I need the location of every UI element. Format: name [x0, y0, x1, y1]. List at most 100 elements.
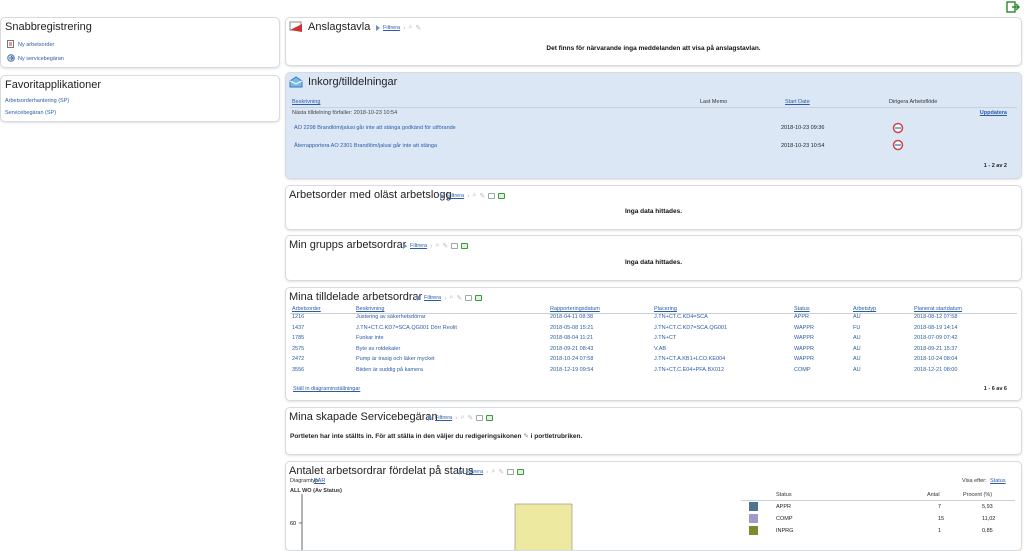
edit-icon: ✎	[442, 243, 449, 250]
inbox-col-start-date[interactable]: Start Date	[785, 99, 810, 105]
assigned-cell-status[interactable]: WAPPR	[794, 335, 814, 341]
assigned-cell-workorder[interactable]: 1216	[292, 314, 304, 320]
assigned-col-description[interactable]: Beskrivning	[356, 306, 384, 312]
chart-type-link[interactable]: BAR	[314, 478, 325, 484]
group-workorders-filter-link[interactable]: Filtrera	[410, 243, 427, 249]
refresh-icon[interactable]	[498, 193, 506, 199]
assigned-cell-report-date[interactable]: 2018-10-24 07:58	[550, 356, 593, 362]
logout-icon[interactable]	[1006, 1, 1020, 13]
edit-icon: ✎	[467, 415, 474, 422]
assigned-cell-report-date[interactable]: 2018-12-19 09:54	[550, 367, 593, 373]
assigned-cell-report-date[interactable]: 2018-08-04 11:21	[550, 335, 593, 341]
refresh-icon[interactable]	[461, 243, 469, 249]
assigned-cell-worktype[interactable]: AU	[853, 346, 861, 352]
assigned-cell-workorder[interactable]: 1785	[292, 335, 304, 341]
service-requests-message-part1: Portleten har inte ställts in. För att s…	[290, 433, 522, 440]
inbox-row-desc[interactable]: AO 2298 Brandlöm/jalusi går inte att stä…	[294, 125, 456, 131]
assigned-cell-workorder[interactable]: 2575	[292, 346, 304, 352]
new-service-request-icon	[7, 54, 15, 62]
favorite-workorder-link[interactable]: Arbetsorderhantering (SP)	[5, 98, 69, 104]
assigned-col-location[interactable]: Placering	[654, 306, 677, 312]
assigned-cell-location[interactable]: J.TN+CT.C.KD7=SCA.QG001	[654, 325, 727, 331]
assigned-cell-description[interactable]: Byte av rotdekaler	[356, 346, 400, 352]
unread-log-filter-link[interactable]: Filtrera	[447, 193, 464, 199]
inbox-update-link[interactable]: Uppdatera	[980, 110, 1007, 116]
unread-log-toolbar: Filtrera › ⌕ ✎	[440, 191, 506, 201]
assigned-cell-status[interactable]: WAPPR	[794, 356, 814, 362]
chart-settings-link[interactable]: Ställ in diagraminställningar	[293, 386, 360, 392]
assigned-cell-description[interactable]: J.TN+CT.C.KD7=SCA.QG001 Dörr Reolit	[356, 325, 457, 331]
assigned-col-report-date[interactable]: Rapporteringsdatum	[550, 306, 600, 312]
service-requests-message: Portleten har inte ställts in. För att s…	[290, 432, 582, 440]
route-workflow-icon[interactable]	[892, 122, 904, 134]
favorite-service-request-link[interactable]: Servicebegäran (SP)	[5, 110, 56, 116]
bulletin-icon	[289, 21, 302, 32]
inbox-col-description[interactable]: Beskrivning	[292, 99, 320, 105]
assigned-cell-report-date[interactable]: 2018-04-11 08:38	[550, 314, 593, 320]
assigned-workorders-filter-link[interactable]: Filtrera	[424, 295, 441, 301]
assigned-col-status[interactable]: Status	[794, 306, 810, 312]
assigned-cell-planned-start[interactable]: 2018-08-12 07:58	[914, 314, 957, 320]
assigned-cell-location[interactable]: J.TN+CT	[654, 335, 676, 341]
assigned-cell-workorder[interactable]: 1437	[292, 325, 304, 331]
assigned-cell-worktype[interactable]: AU	[853, 367, 861, 373]
assigned-cell-location[interactable]: V.AB	[654, 346, 666, 352]
inbox-col-route: Dirigera Arbetsflöde	[889, 99, 938, 105]
assigned-cell-location[interactable]: J.TN+CT.C.E04+PFA.BX012	[654, 367, 724, 373]
export-icon[interactable]	[465, 295, 473, 301]
assigned-cell-location[interactable]: J.TN+CT.C.KD4=SCA	[654, 314, 708, 320]
assigned-cell-worktype[interactable]: AU	[853, 335, 861, 341]
inbox-row-desc[interactable]: Återrapportera AO 2301 Brandlöm/jalusi g…	[294, 143, 437, 149]
status-chart-title: Antalet arbetsordrar fördelat på status	[289, 465, 474, 477]
assigned-cell-worktype[interactable]: AU	[853, 314, 861, 320]
export-icon[interactable]	[476, 415, 484, 421]
view-by-link[interactable]: Status	[990, 478, 1006, 484]
assigned-cell-status[interactable]: WAPPR	[794, 346, 814, 352]
service-requests-portlet: Mina skapade Servicebegäran Filtrera › ⌕…	[285, 407, 1022, 455]
assigned-cell-report-date[interactable]: 2018-09-21 08:43	[550, 346, 593, 352]
assigned-col-worktype[interactable]: Arbetstyp	[853, 306, 876, 312]
assigned-col-planned-start[interactable]: Planerat startdatum	[914, 306, 962, 312]
route-workflow-icon[interactable]	[892, 139, 904, 151]
assigned-cell-worktype[interactable]: AU	[853, 356, 861, 362]
quick-new-workorder-link[interactable]: Ny arbetsorder	[18, 42, 54, 48]
service-requests-message-part2: i portletrubriken.	[530, 433, 583, 440]
assigned-cell-report-date[interactable]: 2018-05-08 15:21	[550, 325, 593, 331]
assigned-cell-planned-start[interactable]: 2018-09-21 15:37	[914, 346, 957, 352]
edit-icon: ✎	[479, 193, 486, 200]
refresh-icon[interactable]	[486, 415, 494, 421]
assigned-cell-location[interactable]: J.TN+CT.A.KB1+LCO.KE004	[654, 356, 725, 362]
divider	[290, 107, 1017, 108]
top-bar	[0, 0, 1024, 14]
refresh-icon[interactable]	[517, 469, 525, 475]
export-icon[interactable]	[488, 193, 496, 199]
view-by-label: Visa efter:	[962, 478, 987, 484]
refresh-icon[interactable]	[475, 295, 483, 301]
assigned-cell-planned-start[interactable]: 2018-08-19 14:14	[914, 325, 957, 331]
assigned-cell-description[interactable]: Biiden är suddig på kamera	[356, 367, 423, 373]
assigned-cell-planned-start[interactable]: 2018-07-09 07:42	[914, 335, 957, 341]
service-requests-filter-link[interactable]: Filtrera	[435, 415, 452, 421]
status-chart-filter-link[interactable]: Filtrera	[466, 469, 483, 475]
assigned-cell-planned-start[interactable]: 2018-10-24 08:04	[914, 356, 957, 362]
bulletin-toolbar: Filtrera › ⌕ ✎	[376, 23, 421, 33]
assigned-col-workorder[interactable]: Arbetsorder	[292, 306, 321, 312]
export-icon[interactable]	[451, 243, 459, 249]
export-icon[interactable]	[507, 469, 515, 475]
assigned-cell-description[interactable]: Justering av säkerhetsdörrar	[356, 314, 426, 320]
assigned-cell-status[interactable]: COMP	[794, 367, 811, 373]
assigned-cell-workorder[interactable]: 2472	[292, 356, 304, 362]
assigned-cell-status[interactable]: APPR	[794, 314, 809, 320]
assigned-cell-workorder[interactable]: 3556	[292, 367, 304, 373]
assigned-cell-status[interactable]: WAPPR	[794, 325, 814, 331]
group-workorders-portlet: Min grupps arbetsordrar Filtrera › ⌕ ✎ I…	[285, 235, 1022, 281]
assigned-cell-worktype[interactable]: FU	[853, 325, 860, 331]
bulletin-filter-link[interactable]: Filtrera	[383, 25, 400, 31]
legend-col-percent: Procent (%)	[963, 492, 993, 498]
service-requests-toolbar: Filtrera › ⌕ ✎	[428, 413, 494, 423]
assigned-cell-planned-start[interactable]: 2018-12-21 08:00	[914, 367, 957, 373]
assigned-cell-description[interactable]: Funkar inte	[356, 335, 384, 341]
quick-new-service-request-link[interactable]: Ny servicebegäran	[18, 56, 64, 62]
unread-log-message: Inga data hittades.	[624, 208, 683, 215]
assigned-cell-description[interactable]: Pump är trasig och läker mycket	[356, 356, 435, 362]
